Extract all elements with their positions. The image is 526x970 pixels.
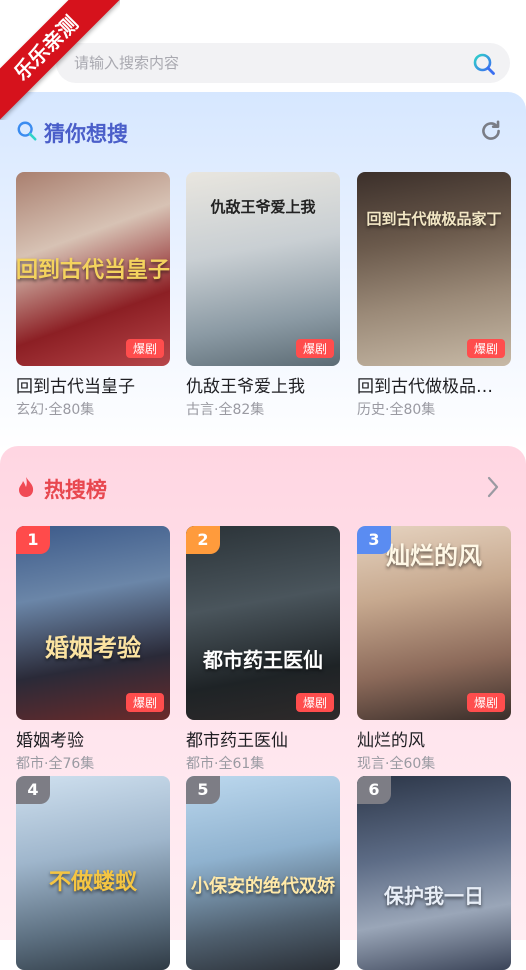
hot-badge: 爆剧 (295, 693, 334, 712)
poster-image[interactable]: 回到古代当皇子 爆剧 (16, 172, 170, 366)
section-title: 猜你想搜 (44, 122, 128, 146)
card-meta: 玄幻·全80集 (16, 402, 95, 418)
poster-image[interactable]: 回到古代做极品家丁 爆剧 (357, 172, 511, 366)
card-meta: 现言·全60集 (357, 756, 436, 772)
drama-card[interactable]: 小保安的绝代双娇 5 (186, 776, 340, 970)
rank-badge: 5 (186, 776, 220, 804)
drama-card[interactable]: 不做蝼蚁 4 (16, 776, 170, 970)
drama-card[interactable]: 保护我一日 6 (357, 776, 511, 970)
card-title: 回到古代当皇子 (16, 377, 135, 397)
drama-card[interactable]: 婚姻考验 1 爆剧 婚姻考验 都市·全76集 (16, 526, 170, 773)
rank-badge: 2 (186, 526, 220, 554)
card-title: 仇敌王爷爱上我 (186, 377, 305, 397)
poster-image[interactable]: 不做蝼蚁 4 (16, 776, 170, 970)
refresh-icon[interactable] (478, 118, 504, 144)
card-title: 都市药王医仙 (186, 731, 288, 751)
section-title: 热搜榜 (44, 478, 107, 502)
drama-card[interactable]: 灿烂的风 3 爆剧 灿烂的风 现言·全60集 (357, 526, 511, 773)
card-meta: 都市·全61集 (186, 756, 265, 772)
hot-section: 热搜榜 婚姻考验 1 爆剧 婚姻考验 都市·全76集 都市药王医仙 2 爆剧 都… (0, 446, 526, 970)
poster-image[interactable]: 仇敌王爷爱上我 爆剧 (186, 172, 340, 366)
hot-badge: 爆剧 (466, 339, 505, 358)
hot-badge: 爆剧 (125, 339, 164, 358)
card-meta: 都市·全76集 (16, 756, 95, 772)
poster-image[interactable]: 保护我一日 6 (357, 776, 511, 970)
chevron-right-icon[interactable] (486, 476, 500, 498)
poster-image[interactable]: 小保安的绝代双娇 5 (186, 776, 340, 970)
hot-badge: 爆剧 (295, 339, 334, 358)
ribbon-label: 乐乐亲测 (0, 0, 120, 120)
rank-badge: 4 (16, 776, 50, 804)
hot-badge: 爆剧 (125, 693, 164, 712)
card-title: 回到古代做极品家丁 (357, 377, 507, 397)
poster-image[interactable]: 都市药王医仙 2 爆剧 (186, 526, 340, 720)
rank-badge: 3 (357, 526, 391, 554)
poster-image[interactable]: 灿烂的风 3 爆剧 (357, 526, 511, 720)
card-meta: 历史·全80集 (357, 402, 436, 418)
rank-badge: 6 (357, 776, 391, 804)
drama-card[interactable]: 回到古代当皇子 爆剧 回到古代当皇子 玄幻·全80集 (16, 172, 170, 419)
drama-card[interactable]: 回到古代做极品家丁 爆剧 回到古代做极品家丁 历史·全80集 (357, 172, 511, 419)
drama-card[interactable]: 仇敌王爷爱上我 爆剧 仇敌王爷爱上我 古言·全82集 (186, 172, 340, 419)
card-title: 灿烂的风 (357, 731, 425, 751)
hot-badge: 爆剧 (466, 693, 505, 712)
drama-card[interactable]: 都市药王医仙 2 爆剧 都市药王医仙 都市·全61集 (186, 526, 340, 773)
guess-section: 猜你想搜 回到古代当皇子 爆剧 回到古代当皇子 玄幻·全80集 仇敌王爷爱上我 … (0, 92, 526, 452)
search-icon[interactable] (472, 52, 496, 76)
rank-badge: 1 (16, 526, 50, 554)
corner-ribbon: 乐乐亲测 (0, 0, 120, 120)
search-bar[interactable]: 请输入搜索内容 (56, 43, 510, 83)
card-meta: 古言·全82集 (186, 402, 265, 418)
card-title: 婚姻考验 (16, 731, 84, 751)
search-icon (17, 121, 37, 141)
flame-icon (19, 477, 34, 497)
poster-image[interactable]: 婚姻考验 1 爆剧 (16, 526, 170, 720)
